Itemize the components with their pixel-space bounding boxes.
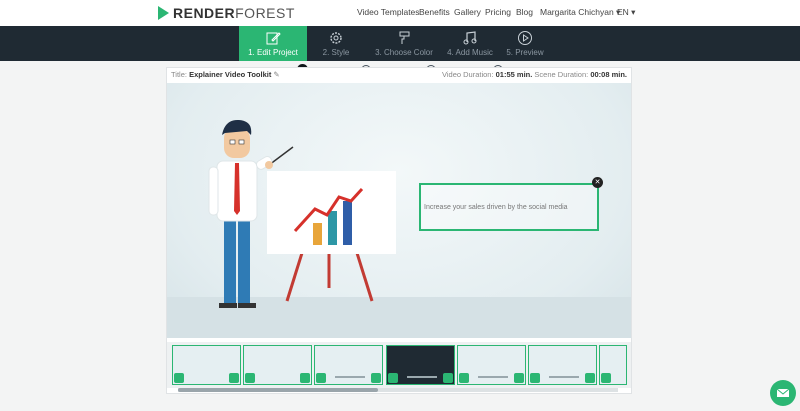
scene-thumbnail[interactable]	[599, 345, 627, 385]
move-icon[interactable]	[585, 373, 595, 383]
nav-benefits[interactable]: Benefits	[419, 7, 450, 17]
language-select[interactable]: EN ▾	[617, 7, 635, 18]
step-label: 5. Preview	[506, 48, 544, 57]
play-logo-icon	[158, 6, 169, 20]
scene-timeline	[167, 342, 631, 388]
nav-pricing[interactable]: Pricing	[485, 7, 511, 17]
scrollbar-thumb[interactable]	[178, 388, 378, 392]
settings-icon[interactable]	[388, 373, 398, 383]
envelope-icon	[776, 388, 790, 397]
step-label: 2. Style	[322, 48, 350, 57]
settings-icon[interactable]	[459, 373, 469, 383]
nav-video-templates[interactable]: Video Templates	[357, 7, 420, 17]
close-icon[interactable]: ✕	[592, 177, 603, 188]
user-menu[interactable]: Margarita Chichyan ▾	[540, 7, 620, 18]
chat-button[interactable]	[770, 380, 796, 406]
scene-thumbnail[interactable]	[243, 345, 312, 385]
step-label: 3. Choose Color	[375, 48, 433, 57]
edit-icon	[266, 32, 281, 45]
bar-chart-icon	[293, 187, 364, 245]
step-style[interactable]: 2. Style	[302, 26, 370, 61]
step-preview[interactable]: 5. Preview	[491, 26, 559, 61]
scene-thumbnail[interactable]	[457, 345, 526, 385]
logo-text: RENDERFOREST	[173, 5, 295, 21]
paint-roller-icon	[399, 31, 410, 44]
move-icon[interactable]	[229, 373, 239, 383]
project-title-value: Explainer Video Toolkit	[189, 70, 272, 79]
scene-thumbnail[interactable]	[172, 345, 241, 385]
step-choose-color[interactable]: 3. Choose Color	[370, 26, 438, 61]
top-navigation-bar: RENDERFOREST Video Templates Benefits Ga…	[0, 0, 800, 26]
step-label: 1. Edit Project	[248, 48, 298, 57]
move-icon[interactable]	[514, 373, 524, 383]
play-icon	[518, 31, 532, 45]
scene-thumbnail[interactable]	[314, 345, 383, 385]
settings-icon[interactable]	[174, 373, 184, 383]
step-edit-project[interactable]: 1. Edit Project	[239, 26, 307, 61]
chart-board	[267, 171, 396, 254]
nav-gallery[interactable]: Gallery	[454, 7, 481, 17]
settings-icon[interactable]	[530, 373, 540, 383]
settings-icon[interactable]	[316, 373, 326, 383]
move-icon[interactable]	[443, 373, 453, 383]
settings-icon[interactable]	[245, 373, 255, 383]
gear-icon	[330, 32, 342, 44]
scene-canvas: Increase your sales driven by the social…	[167, 83, 631, 338]
settings-icon[interactable]	[601, 373, 611, 383]
project-title: Title: Explainer Video Toolkit ✎	[171, 70, 280, 79]
timeline-scrollbar[interactable]	[178, 388, 618, 392]
renderforest-logo[interactable]: RENDERFOREST	[158, 5, 295, 21]
step-bar: 1. Edit Project › 2. Style 3. Choose Col…	[0, 26, 800, 75]
scene-thumbnail[interactable]	[528, 345, 597, 385]
music-note-icon	[463, 31, 477, 45]
nav-blog[interactable]: Blog	[516, 7, 533, 17]
scene-text-field[interactable]: Increase your sales driven by the social…	[419, 183, 599, 231]
pencil-icon[interactable]: ✎	[273, 70, 279, 79]
move-icon[interactable]	[300, 373, 310, 383]
move-icon[interactable]	[371, 373, 381, 383]
scene-thumbnail-active[interactable]	[386, 345, 455, 385]
durations: Video Duration: 01:55 min. Scene Duratio…	[441, 70, 627, 79]
